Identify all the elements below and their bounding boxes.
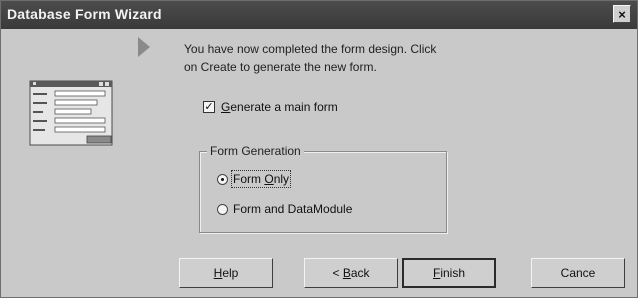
back-label-rest: ack: [350, 266, 370, 280]
close-button[interactable]: ×: [613, 5, 631, 23]
completion-message: You have now completed the form design. …: [184, 40, 504, 76]
form-illustration-icon: [29, 80, 113, 146]
message-line-2: on Create to generate the new form.: [184, 60, 377, 74]
wizard-pointer-icon: [138, 37, 150, 57]
form-only-radio[interactable]: [217, 174, 228, 185]
back-label-pre: <: [332, 266, 343, 280]
title-bar: Database Form Wizard ×: [1, 1, 637, 29]
message-line-1: You have now completed the form design. …: [184, 42, 437, 56]
form-only-label-rest: nly: [273, 172, 290, 186]
finish-button[interactable]: Finish: [402, 258, 496, 288]
close-icon: ×: [618, 7, 626, 22]
form-and-datamodule-label[interactable]: Form and DataModule: [233, 202, 352, 216]
database-form-wizard-dialog: Database Form Wizard × You have now comp…: [0, 0, 638, 298]
back-accelerator: B: [342, 266, 351, 280]
finish-label-rest: inish: [440, 266, 466, 280]
form-only-label[interactable]: Form Only: [230, 170, 292, 188]
cancel-button[interactable]: Cance: [531, 258, 625, 288]
generate-main-form-label[interactable]: Generate a main form: [221, 100, 338, 114]
back-button[interactable]: < Back: [304, 258, 398, 288]
generate-label-rest: enerate a main form: [230, 100, 338, 114]
help-button[interactable]: Help: [179, 258, 273, 288]
generate-accelerator: G: [221, 100, 231, 114]
help-label-rest: elp: [222, 266, 239, 280]
form-and-datamodule-radio[interactable]: [217, 204, 228, 215]
form-generation-group: [199, 151, 447, 233]
window-title: Database Form Wizard: [7, 6, 162, 22]
form-generation-legend: Form Generation: [207, 144, 304, 158]
generate-main-form-checkbox[interactable]: ✓: [203, 101, 215, 113]
form-only-label-pre: Form: [233, 172, 265, 186]
form-only-accelerator: O: [264, 172, 274, 186]
